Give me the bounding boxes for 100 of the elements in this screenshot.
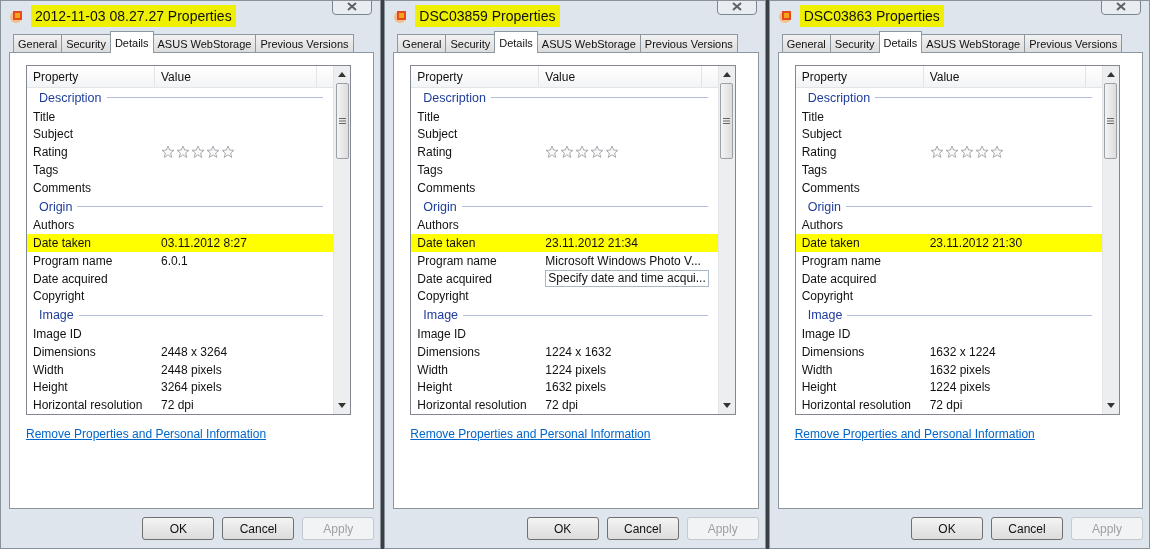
column-header[interactable]: Property bbox=[795, 66, 924, 88]
scrollbar[interactable] bbox=[333, 66, 351, 414]
star-icon[interactable] bbox=[575, 145, 590, 160]
value-field[interactable]: Specify date and time acqui... bbox=[545, 270, 709, 288]
dialog-button[interactable]: Cancel bbox=[222, 517, 295, 540]
remove-properties-link[interactable]: Remove Properties and Personal Information bbox=[410, 427, 651, 441]
property-name: Copyright bbox=[33, 289, 86, 304]
star-icon[interactable] bbox=[176, 145, 190, 160]
remove-properties-link[interactable]: Remove Properties and Personal Information bbox=[794, 427, 1035, 441]
property-name: Comments bbox=[33, 180, 92, 195]
column-header[interactable]: Property bbox=[411, 66, 540, 88]
property-name: Image ID bbox=[417, 326, 467, 341]
star-icon[interactable] bbox=[590, 145, 605, 160]
tab[interactable]: Details bbox=[878, 31, 923, 53]
star-icon[interactable] bbox=[989, 145, 1004, 160]
star-icon[interactable] bbox=[974, 145, 989, 160]
tab[interactable]: Security bbox=[829, 34, 880, 53]
tab[interactable]: ASUS WebStorage bbox=[921, 34, 1026, 53]
tab[interactable]: General bbox=[397, 34, 447, 53]
column-header[interactable]: Value bbox=[539, 66, 702, 88]
section-heading: Image bbox=[39, 308, 74, 323]
property-name: Program name bbox=[417, 253, 498, 268]
scroll-up-icon[interactable] bbox=[1107, 72, 1115, 77]
property-value: 1632 pixels bbox=[929, 362, 991, 377]
star-icon[interactable] bbox=[191, 145, 205, 160]
remove-properties-link[interactable]: Remove Properties and Personal Information bbox=[26, 427, 267, 441]
scrollbar[interactable] bbox=[1102, 66, 1119, 414]
star-icon[interactable] bbox=[959, 145, 974, 160]
property-name: Height bbox=[417, 380, 453, 395]
property-name: Title bbox=[801, 109, 825, 124]
star-icon[interactable] bbox=[206, 145, 220, 160]
property-name: Date acquired bbox=[801, 271, 878, 286]
scroll-thumb[interactable] bbox=[720, 83, 734, 159]
scroll-thumb[interactable] bbox=[335, 83, 349, 159]
property-name: Authors bbox=[417, 218, 460, 233]
tab[interactable]: ASUS WebStorage bbox=[152, 34, 257, 53]
tab[interactable]: General bbox=[13, 34, 63, 53]
section-heading: Description bbox=[39, 90, 102, 105]
property-value: 2448 x 3264 bbox=[161, 344, 228, 359]
property-name: Date acquired bbox=[417, 271, 494, 286]
tab[interactable]: ASUS WebStorage bbox=[536, 34, 641, 53]
close-icon bbox=[1115, 1, 1127, 11]
star-icon[interactable] bbox=[929, 145, 944, 160]
property-name: Date acquired bbox=[33, 271, 109, 286]
property-name: Horizontal resolution bbox=[33, 398, 144, 413]
column-header[interactable]: Value bbox=[923, 66, 1086, 88]
property-name: Dimensions bbox=[417, 344, 482, 359]
property-name: Authors bbox=[33, 218, 76, 233]
star-icon[interactable] bbox=[221, 145, 235, 160]
scroll-down-icon[interactable] bbox=[338, 403, 347, 408]
close-icon bbox=[346, 1, 359, 11]
property-name: Rating bbox=[801, 145, 838, 160]
tab[interactable]: General bbox=[781, 34, 831, 53]
star-icon[interactable] bbox=[161, 145, 175, 160]
star-icon[interactable] bbox=[545, 145, 560, 160]
property-value: 2448 pixels bbox=[161, 362, 222, 377]
section-heading: Origin bbox=[423, 199, 457, 214]
scroll-thumb[interactable] bbox=[1104, 83, 1118, 159]
column-header[interactable]: Value bbox=[155, 66, 318, 88]
star-icon[interactable] bbox=[605, 145, 620, 160]
property-name: Authors bbox=[801, 218, 844, 233]
property-name: Dimensions bbox=[33, 344, 97, 359]
property-name: Dimensions bbox=[801, 344, 866, 359]
close-button[interactable] bbox=[1101, 1, 1141, 15]
scroll-up-icon[interactable] bbox=[722, 72, 731, 77]
property-name: Program name bbox=[33, 253, 114, 268]
dialog-button[interactable]: Cancel bbox=[991, 517, 1063, 540]
section-heading: Origin bbox=[807, 199, 841, 214]
property-value: 03.11.2012 8:27 bbox=[161, 236, 247, 251]
column-header[interactable]: Property bbox=[27, 66, 155, 88]
dialog-button[interactable]: OK bbox=[526, 517, 599, 540]
property-name: Copyright bbox=[801, 289, 854, 304]
scroll-up-icon[interactable] bbox=[338, 72, 347, 77]
close-button[interactable] bbox=[716, 1, 757, 15]
window-title: DSC03859 Properties bbox=[415, 5, 560, 27]
tab[interactable]: Security bbox=[445, 34, 496, 53]
property-name: Rating bbox=[417, 145, 453, 160]
star-icon[interactable] bbox=[560, 145, 575, 160]
tab[interactable]: Details bbox=[494, 31, 538, 53]
property-name: Tags bbox=[417, 163, 444, 177]
dialog-button[interactable]: OK bbox=[142, 517, 215, 540]
property-name: Subject bbox=[801, 127, 843, 142]
tab[interactable]: Previous Versions bbox=[255, 34, 354, 53]
star-icon[interactable] bbox=[944, 145, 959, 160]
close-button[interactable] bbox=[332, 1, 373, 15]
close-icon bbox=[730, 1, 743, 11]
scroll-down-icon[interactable] bbox=[722, 403, 731, 408]
tab[interactable]: Previous Versions bbox=[639, 34, 738, 53]
property-name: Program name bbox=[801, 253, 883, 268]
property-name: Image ID bbox=[33, 326, 83, 341]
tab[interactable]: Previous Versions bbox=[1024, 34, 1123, 53]
scrollbar[interactable] bbox=[717, 66, 735, 414]
tab[interactable]: Details bbox=[109, 31, 154, 53]
scroll-down-icon[interactable] bbox=[1107, 403, 1115, 408]
dialog-button[interactable]: Cancel bbox=[606, 517, 679, 540]
dialog-button[interactable]: OK bbox=[911, 517, 983, 540]
property-value: 3264 pixels bbox=[161, 380, 222, 395]
property-name: Title bbox=[33, 109, 57, 124]
tab[interactable]: Security bbox=[61, 34, 111, 53]
property-name: Title bbox=[417, 109, 441, 124]
